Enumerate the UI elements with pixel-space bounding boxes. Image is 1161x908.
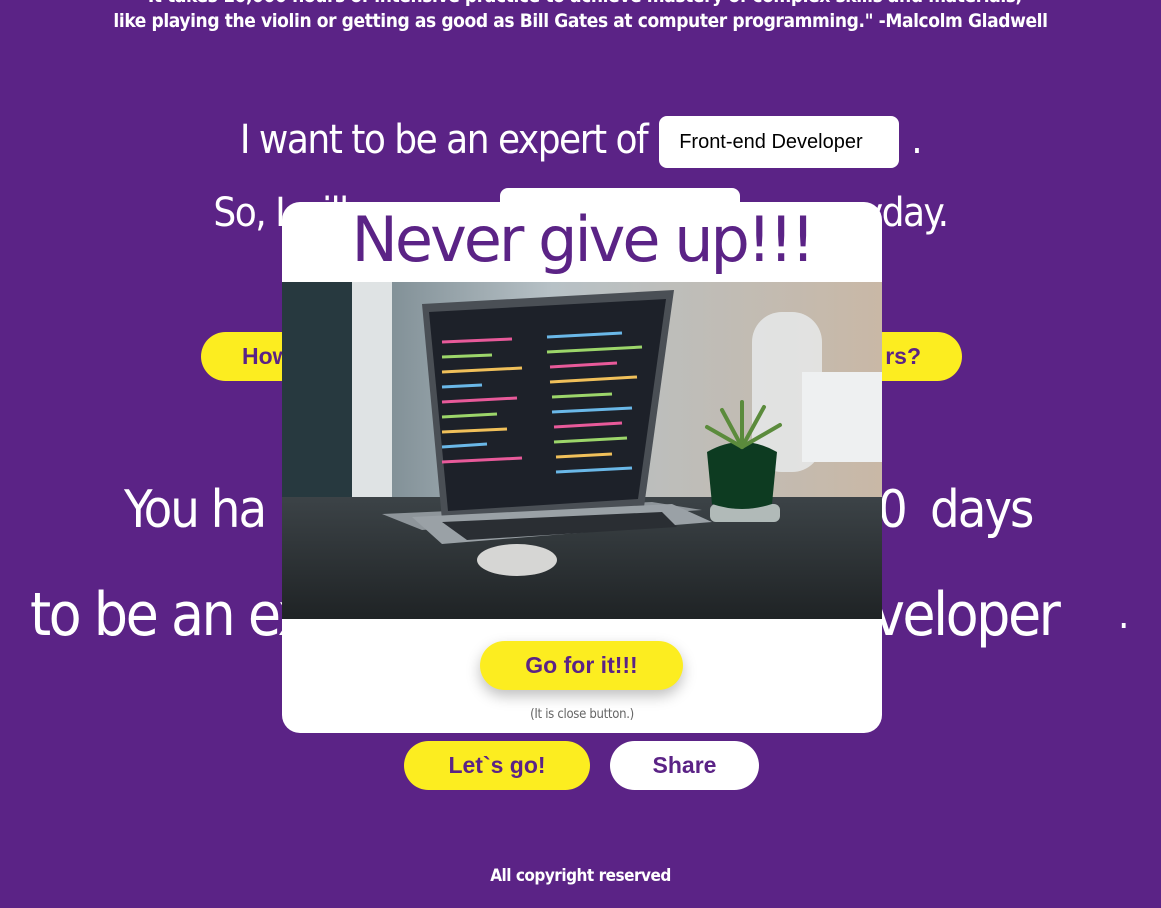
- goal-end: .: [1118, 592, 1129, 638]
- days-prefix: You ha: [124, 480, 267, 540]
- goal-prefix: to be an ex: [30, 580, 309, 650]
- laptop-photo: [282, 282, 882, 619]
- modal-title: Never give up!!!: [351, 203, 816, 276]
- days-label: days: [930, 480, 1034, 540]
- share-button[interactable]: Share: [610, 741, 759, 790]
- lets-go-button[interactable]: Let`s go!: [404, 741, 590, 790]
- footer-copyright: All copyright reserved: [490, 866, 671, 886]
- close-hint: (It is close button.): [530, 707, 634, 722]
- expert-prefix: I want to be an expert of: [239, 117, 649, 163]
- expert-suffix: .: [911, 117, 922, 163]
- calculate-label-right: rs?: [885, 343, 921, 369]
- motivation-modal: Never give up!!! Go for it!!! (It is clo…: [282, 202, 882, 733]
- expert-sentence: I want to be an expert of Front-end Devel…: [0, 116, 1161, 168]
- quote-line-2: like playing the violin or getting as go…: [113, 10, 1048, 32]
- days-number: 0: [878, 480, 908, 540]
- goal-suffix: veloper: [873, 580, 1061, 650]
- go-for-it-button[interactable]: Go for it!!!: [480, 641, 683, 690]
- expert-field[interactable]: Front-end Developer: [659, 116, 900, 168]
